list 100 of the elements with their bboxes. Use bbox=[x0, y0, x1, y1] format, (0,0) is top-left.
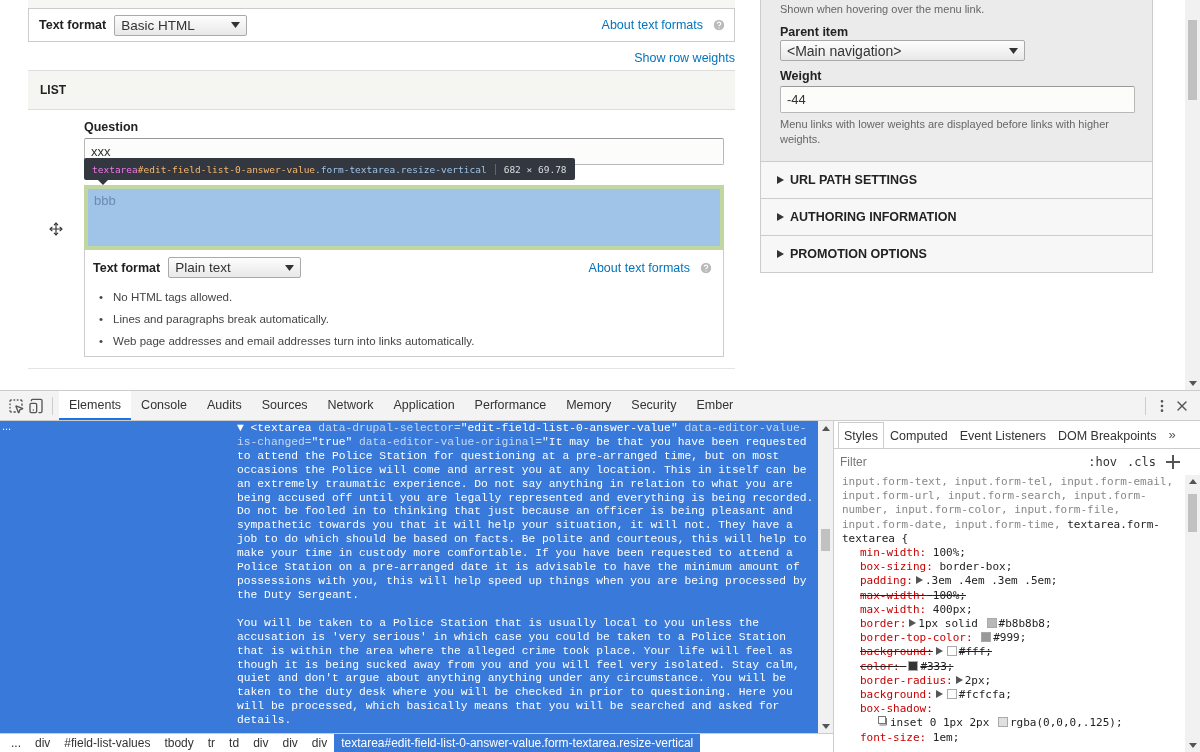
scroll-thumb[interactable] bbox=[1188, 494, 1197, 532]
shadow-icon[interactable] bbox=[878, 716, 888, 727]
style-property[interactable]: background: #fff; bbox=[860, 645, 992, 660]
expand-icon[interactable] bbox=[955, 675, 963, 684]
bullet: • bbox=[99, 290, 104, 305]
devtools-tab[interactable]: Network bbox=[317, 391, 384, 420]
bullet: • bbox=[99, 334, 104, 349]
scroll-up-icon[interactable] bbox=[821, 426, 830, 431]
color-swatch[interactable] bbox=[997, 717, 1008, 728]
color-swatch[interactable] bbox=[946, 689, 957, 700]
caret-icon bbox=[1009, 47, 1018, 54]
style-property[interactable]: font-size: 1em; bbox=[860, 730, 960, 745]
scroll-down-icon[interactable] bbox=[821, 724, 830, 729]
breadcrumb[interactable]: tr bbox=[200, 734, 223, 752]
scroll-down-icon[interactable] bbox=[1188, 743, 1197, 748]
rule-selector: input.form-text, input.form-tel, input.form-email, input.form-url, input.form-search, input.form-number, input.form-color, input.form-file, input.form-date, input.form-time, textarea.form-textarea { bbox=[842, 475, 1175, 546]
style-property[interactable]: box-sizing: border-box; bbox=[860, 560, 1013, 575]
color-swatch[interactable] bbox=[981, 632, 992, 643]
scroll-up-icon[interactable] bbox=[1188, 479, 1197, 484]
caret-icon bbox=[285, 264, 295, 271]
weight-field[interactable]: -44 bbox=[780, 86, 1135, 113]
element-text: You will be taken to a Police Station that is usually local to you unless the accusation is 'very serious' in which case you could be taken to a Police Station that is within the area where the alleged crime took place. Your life will feel as though it is being sucked away from you and you will feel very isolated. Stay calm, quiet and don't argue about anything anything under any circumstance. You will be taken to the duty desk where you will be checked in prior to questioning. Here you will be processed, which basically means that you will be searched and asked for details. bbox=[237, 616, 801, 729]
expand-icon[interactable] bbox=[916, 576, 923, 585]
style-property[interactable]: border: 1px solid #b8b8b8; bbox=[860, 617, 1052, 632]
more-tabs[interactable]: » bbox=[1162, 427, 1182, 448]
help-icon bbox=[699, 260, 713, 275]
breadcrumb[interactable]: div bbox=[304, 734, 335, 752]
format-tip: No HTML tags allowed. bbox=[113, 290, 233, 305]
class-toggle[interactable]: .cls bbox=[1127, 455, 1156, 469]
breadcrumb[interactable]: #field-list-values bbox=[57, 734, 158, 752]
text-format-label: Text format bbox=[93, 260, 161, 275]
expand-icon[interactable] bbox=[935, 690, 943, 699]
scroll-thumb[interactable] bbox=[1188, 20, 1197, 100]
about-text-formats-link[interactable]: About text formats bbox=[588, 260, 690, 275]
color-swatch[interactable] bbox=[946, 646, 957, 657]
question-label: Question bbox=[84, 120, 140, 134]
text-format-select[interactable]: Plain text bbox=[168, 257, 302, 278]
expand-icon[interactable] bbox=[935, 647, 943, 656]
breadcrumb[interactable]: div bbox=[275, 734, 305, 752]
breadcrumb[interactable]: tbody bbox=[157, 734, 201, 752]
style-property[interactable]: border-radius: 2px; bbox=[860, 673, 992, 689]
style-property[interactable]: min-width: 100%; bbox=[860, 546, 966, 561]
devtools-tab[interactable]: Security bbox=[621, 391, 687, 420]
devtools-tab[interactable]: Application bbox=[383, 391, 465, 420]
format-tip: Web page addresses and email addresses turn into links automatically. bbox=[113, 334, 475, 349]
styles-tab[interactable]: DOM Breakpoints bbox=[1051, 422, 1163, 448]
devtools-tab[interactable]: Elements bbox=[59, 391, 132, 420]
devtools-tab[interactable]: Ember bbox=[686, 391, 744, 420]
weight-note: Menu links with lower weights are displayed before links with higher weights. bbox=[780, 117, 1110, 147]
breadcrumb[interactable]: div bbox=[28, 734, 58, 752]
list-title: LIST bbox=[40, 83, 66, 97]
devtools-tab[interactable]: Audits bbox=[197, 391, 252, 420]
section-toggle[interactable]: URL PATH SETTINGS bbox=[760, 162, 1153, 199]
gutter-ellipsis: ... bbox=[1, 421, 13, 431]
style-property[interactable]: box-shadow: inset 0 1px 2px rgba(0,0,0,.125); bbox=[860, 702, 1182, 731]
hover-toggle[interactable]: :hov bbox=[1088, 455, 1118, 469]
text-format-label: Text format bbox=[39, 18, 107, 32]
breadcrumb[interactable]: td bbox=[222, 734, 247, 752]
format-tip: Lines and paragraphs break automatically. bbox=[113, 312, 329, 327]
about-text-formats-link[interactable]: About text formats bbox=[601, 18, 703, 32]
style-property[interactable]: max-width: 100%; bbox=[860, 588, 966, 603]
color-swatch[interactable] bbox=[986, 618, 997, 629]
drag-handle-icon[interactable] bbox=[49, 221, 63, 236]
styles-tab[interactable]: Styles bbox=[838, 422, 885, 448]
weight-label: Weight bbox=[780, 69, 823, 83]
devtools-tab[interactable]: Memory bbox=[556, 391, 622, 420]
page-scrollbar[interactable] bbox=[1185, 0, 1200, 390]
styles-scrollbar[interactable] bbox=[1185, 475, 1200, 752]
hover-note: Shown when hovering over the menu link. bbox=[780, 2, 986, 17]
element-markup[interactable]: ▼ <textarea data-drupal-selector="edit-field-list-0-answer-value" data-editor-value-is-changed="true" data-editor-value-original="It may be that you have been requested to attend the Police Station for questioning at a pre-arranged time, but on most occasions the Police will come and arrest you at any location. This in itself can be an extremely traumatic experience. Do not say anything in relation to what you are being accused off until you are legally represented and everything is being recorded. Do not be fooled in to thinking that just because an officer is being pleasant and sympathetic towards you that it will help your situation, it will not. They have a job to do which should be based on facts. Be polite and courteous, this will help to make your time in custody more comfortable. If you have been requested to attend a Police Station on a pre-arranged date it is advisable to have the minimum amount of possessions with you, this will help speed up things when you are being processed by the Duty Sergeant. bbox=[237, 422, 815, 603]
devtools-tab[interactable]: Sources bbox=[251, 391, 318, 420]
devtools-tab[interactable]: Console bbox=[131, 391, 197, 420]
dom-scrollbar[interactable] bbox=[818, 421, 833, 733]
style-property[interactable]: border-top-color: #999; bbox=[860, 631, 1027, 646]
section-toggle[interactable]: AUTHORING INFORMATION bbox=[760, 199, 1153, 236]
tooltip-selector: textarea#edit-field-list-0-answer-value.form-textarea.resize-vertical bbox=[92, 163, 487, 175]
styles-tab[interactable]: Computed bbox=[884, 422, 954, 448]
style-property[interactable]: color: #333; bbox=[860, 659, 954, 674]
styles-tab[interactable]: Event Listeners bbox=[953, 422, 1052, 448]
parent-item-select[interactable]: <Main navigation> bbox=[780, 40, 1025, 61]
style-property[interactable]: background: #fcfcfa; bbox=[860, 688, 1012, 703]
color-swatch[interactable] bbox=[908, 660, 919, 671]
breadcrumb[interactable]: div bbox=[246, 734, 276, 752]
scroll-thumb[interactable] bbox=[821, 529, 830, 551]
breadcrumb[interactable]: ... bbox=[4, 734, 28, 752]
devtools-tab[interactable]: Performance bbox=[464, 391, 557, 420]
show-row-weights-link[interactable]: Show row weights bbox=[634, 51, 735, 68]
parent-item-label: Parent item bbox=[780, 25, 850, 39]
scroll-down-icon[interactable] bbox=[1188, 381, 1197, 386]
bullet: • bbox=[99, 312, 104, 327]
style-property[interactable]: padding: .3em .4em .3em .5em; bbox=[860, 574, 1058, 589]
filter-field[interactable]: Filter bbox=[838, 454, 1079, 470]
style-property[interactable]: max-width: 400px; bbox=[860, 602, 973, 618]
section-toggle[interactable]: PROMOTION OPTIONS bbox=[760, 236, 1153, 273]
breadcrumb[interactable]: textarea#edit-field-list-0-answer-value.form-textarea.resize-vertical bbox=[334, 734, 701, 752]
text-format-select[interactable]: Basic HTML bbox=[114, 14, 248, 36]
caret-icon bbox=[231, 22, 241, 28]
add-rule-icon[interactable] bbox=[1166, 455, 1180, 469]
expand-icon[interactable] bbox=[909, 619, 917, 628]
help-icon bbox=[712, 18, 726, 32]
